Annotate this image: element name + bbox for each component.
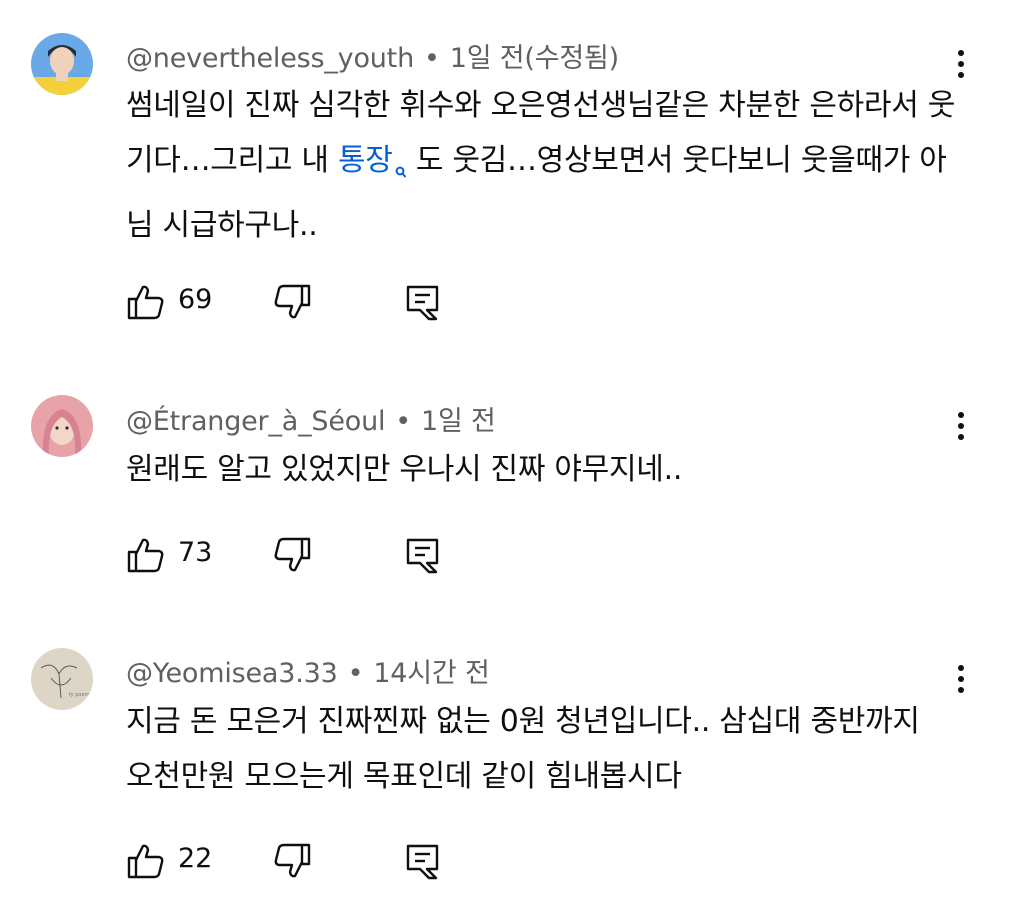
dislike-button[interactable] [272,282,312,322]
thumbs-up-icon [126,285,166,326]
svg-text:fy poem: fy poem [69,692,90,698]
author-name[interactable]: @Étranger_à_Séoul [126,406,385,437]
thumbs-down-icon [272,537,312,579]
author-name[interactable]: @nevertheless_youth [126,43,414,74]
comment-meta: @nevertheless_youth • 1일 전(수정됨) [126,36,619,75]
comment-text: 지금 돈 모은거 진짜찐짜 없는 0원 청년입니다.. 삼십대 중반까지 오천만… [126,694,956,804]
more-vert-icon[interactable] [946,659,976,699]
comment-meta: @Yeomisea3.33 • 14시간 전 [126,651,490,690]
separator-dot: • [423,43,440,74]
like-count: 22 [178,843,213,874]
timestamp[interactable]: 1일 전 [421,406,496,437]
thumbs-down-icon [272,284,312,326]
comment-text-part: 지금 돈 모은거 진짜찐짜 없는 0원 청년입니다.. 삼십대 중반까지 오천만… [126,704,920,794]
reply-icon [403,538,443,579]
reply-icon [403,285,443,326]
more-vert-icon[interactable] [946,406,976,446]
comment-meta: @Étranger_à_Séoul • 1일 전 [126,399,496,438]
reply-button[interactable] [403,535,443,575]
avatar[interactable] [31,33,93,95]
like-count: 73 [178,537,213,568]
comment-text-part: 원래도 알고 있었지만 우나시 진짜 야무지네.. [126,452,683,487]
like-count: 69 [178,284,213,315]
edited-label: (수정됨) [524,43,619,74]
thumbs-up-icon [126,538,166,579]
thumbs-down-icon [272,843,312,885]
like-button[interactable]: 22 [126,841,226,881]
search-link-label: 통장 [337,143,393,178]
reply-button[interactable] [403,841,443,881]
like-button[interactable]: 69 [126,282,226,322]
dislike-button[interactable] [272,841,312,881]
comment-text: 썸네일이 진짜 심각한 휘수와 오은영선생님같은 차분한 은하라서 웃기다…그리… [126,78,956,253]
like-button[interactable]: 73 [126,535,226,575]
comment-text: 원래도 알고 있었지만 우나시 진짜 야무지네.. [126,442,956,497]
thumbs-up-icon [126,844,166,885]
separator-dot: • [347,658,364,689]
timestamp[interactable]: 1일 전 [450,43,525,74]
search-link[interactable]: 통장 [338,143,407,178]
separator-dot: • [395,406,412,437]
dislike-button[interactable] [272,535,312,575]
timestamp[interactable]: 14시간 전 [373,658,489,689]
reply-icon [403,844,443,885]
avatar[interactable]: fy poem [31,648,93,710]
reply-button[interactable] [403,282,443,322]
avatar[interactable] [31,395,93,457]
author-name[interactable]: @Yeomisea3.33 [126,658,338,689]
search-icon [395,143,407,198]
